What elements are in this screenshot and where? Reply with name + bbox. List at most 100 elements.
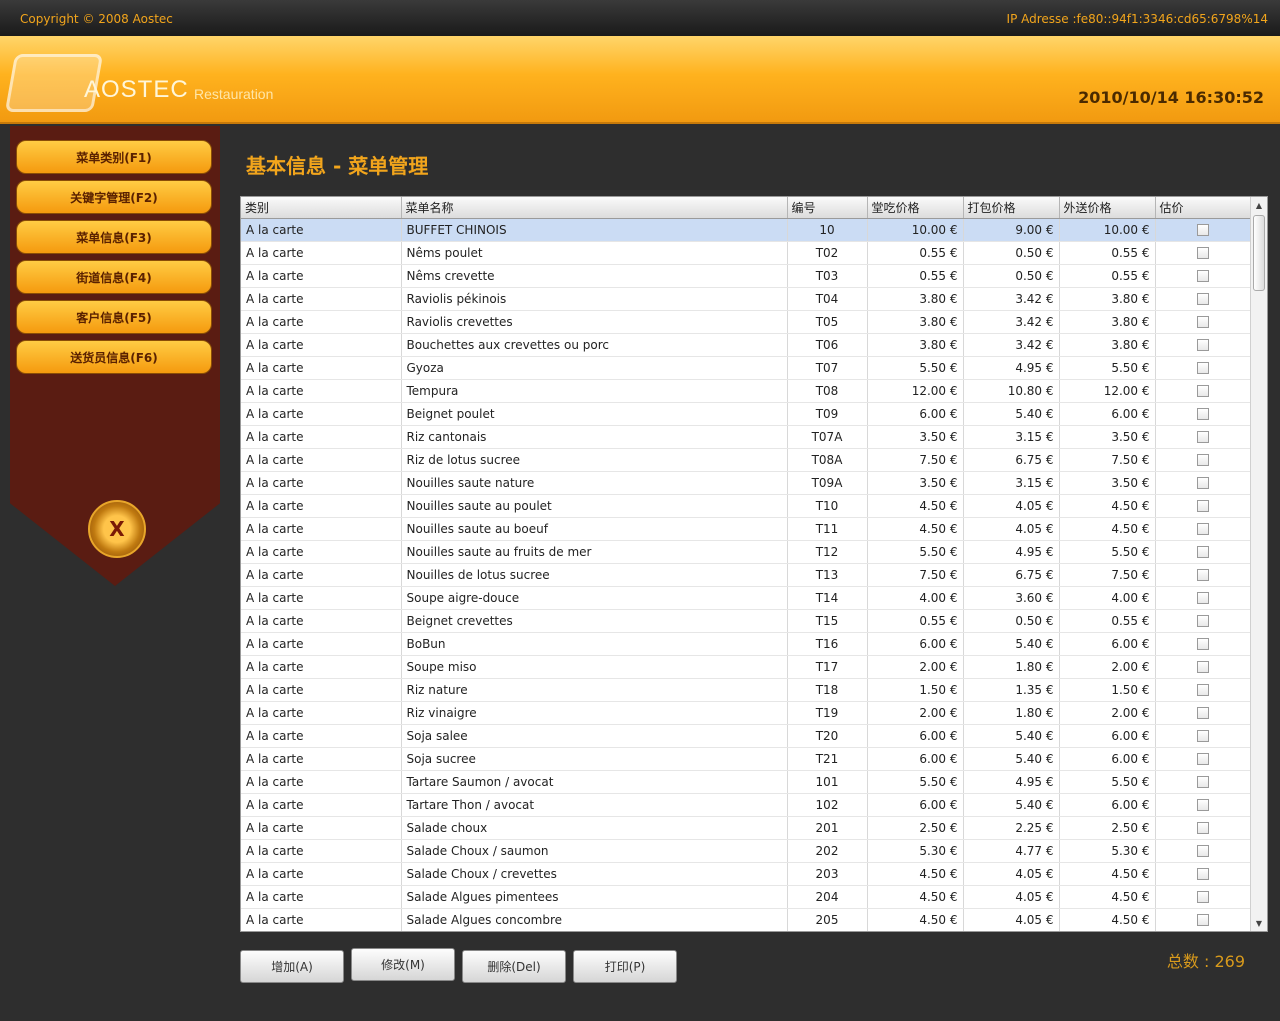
- menu-table: 类别 菜单名称 编号 堂吃价格 打包价格 外送价格 估价 A la carte B…: [240, 196, 1268, 932]
- table-row[interactable]: A la carte Soupe miso T17 2.00 €1.80 €2.00 …: [241, 655, 1252, 679]
- table-row[interactable]: A la carte Soupe aigre-douce T14 4.00 €3.60…: [241, 586, 1252, 610]
- estimate-checkbox[interactable]: [1197, 661, 1209, 673]
- table-cell: Beignet poulet: [401, 402, 788, 426]
- vertical-scrollbar[interactable]: ▲ ▼: [1250, 197, 1267, 931]
- column-header-delivery-price[interactable]: 外送价格: [1059, 197, 1156, 219]
- table-cell: 3.80 €: [867, 333, 964, 357]
- nav-customer-info-button[interactable]: 客户信息(F5): [16, 300, 212, 334]
- column-header-dine-in-price[interactable]: 堂吃价格: [867, 197, 964, 219]
- table-cell: A la carte: [241, 655, 402, 679]
- estimate-checkbox[interactable]: [1197, 500, 1209, 512]
- table-row[interactable]: A la carte Bouchettes aux crevettes ou po…: [241, 333, 1252, 357]
- table-row[interactable]: A la carte Riz cantonais T07A 3.50 €3.15 €3…: [241, 425, 1252, 449]
- estimate-checkbox[interactable]: [1197, 799, 1209, 811]
- estimate-checkbox[interactable]: [1197, 684, 1209, 696]
- estimate-checkbox[interactable]: [1197, 316, 1209, 328]
- table-row[interactable]: A la carte Soja sucree T21 6.00 €5.40 €6.00…: [241, 747, 1252, 771]
- table-cell: 5.40 €: [963, 402, 1060, 426]
- table-row[interactable]: A la carte Nêms crevette T03 0.55 €0.50 €0.…: [241, 264, 1252, 288]
- table-row[interactable]: A la carte BUFFET CHINOIS 10 10.00 €9.00 €1…: [241, 218, 1252, 242]
- scroll-down-icon[interactable]: ▼: [1251, 915, 1267, 931]
- estimate-checkbox[interactable]: [1197, 546, 1209, 558]
- estimate-checkbox[interactable]: [1197, 569, 1209, 581]
- table-cell: 101: [787, 770, 868, 794]
- estimate-checkbox[interactable]: [1197, 339, 1209, 351]
- table-cell: [1155, 471, 1252, 495]
- nav-street-info-button[interactable]: 街道信息(F4): [16, 260, 212, 294]
- nav-menu-info-button[interactable]: 菜单信息(F3): [16, 220, 212, 254]
- table-row[interactable]: A la carte Beignet crevettes T15 0.55 €0.50…: [241, 609, 1252, 633]
- table-row[interactable]: A la carte Salade Algues pimentees 204 4.50…: [241, 885, 1252, 909]
- table-row[interactable]: A la carte Riz vinaigre T19 2.00 €1.80 €2.0…: [241, 701, 1252, 725]
- estimate-checkbox[interactable]: [1197, 362, 1209, 374]
- table-cell: Tartare Thon / avocat: [401, 793, 788, 817]
- table-cell: [1155, 678, 1252, 702]
- column-header-code[interactable]: 编号: [787, 197, 868, 219]
- table-cell: 0.50 €: [963, 241, 1060, 265]
- table-row[interactable]: A la carte Tartare Saumon / avocat 101 5.50…: [241, 770, 1252, 794]
- table-row[interactable]: A la carte Nouilles saute au boeuf T11 4.50…: [241, 517, 1252, 541]
- estimate-checkbox[interactable]: [1197, 270, 1209, 282]
- estimate-checkbox[interactable]: [1197, 891, 1209, 903]
- table-row[interactable]: A la carte Nouilles saute nature T09A 3.50 …: [241, 471, 1252, 495]
- exit-close-icon[interactable]: X: [88, 500, 146, 558]
- table-row[interactable]: A la carte Salade Choux / saumon 202 5.30 €…: [241, 839, 1252, 863]
- estimate-checkbox[interactable]: [1197, 385, 1209, 397]
- estimate-checkbox[interactable]: [1197, 845, 1209, 857]
- estimate-checkbox[interactable]: [1197, 477, 1209, 489]
- table-row[interactable]: A la carte Nouilles de lotus sucree T13 7.5…: [241, 563, 1252, 587]
- scroll-thumb[interactable]: [1253, 215, 1265, 291]
- table-row[interactable]: A la carte Soja salee T20 6.00 €5.40 €6.00 …: [241, 724, 1252, 748]
- estimate-checkbox[interactable]: [1197, 615, 1209, 627]
- estimate-checkbox[interactable]: [1197, 247, 1209, 259]
- estimate-checkbox[interactable]: [1197, 707, 1209, 719]
- estimate-checkbox[interactable]: [1197, 776, 1209, 788]
- add-button[interactable]: 增加(A): [240, 950, 344, 983]
- table-row[interactable]: A la carte Salade choux 201 2.50 €2.25 €2.5…: [241, 816, 1252, 840]
- print-button[interactable]: 打印(P): [573, 950, 677, 983]
- table-row[interactable]: A la carte Tempura T08 12.00 €10.80 €12.00 …: [241, 379, 1252, 403]
- column-header-takeaway-price[interactable]: 打包价格: [963, 197, 1060, 219]
- estimate-checkbox[interactable]: [1197, 753, 1209, 765]
- table-row[interactable]: A la carte Nouilles saute au poulet T10 4.5…: [241, 494, 1252, 518]
- table-cell: 0.55 €: [867, 609, 964, 633]
- estimate-checkbox[interactable]: [1197, 592, 1209, 604]
- delete-button[interactable]: 删除(Del): [462, 950, 566, 983]
- nav-menu-category-button[interactable]: 菜单类别(F1): [16, 140, 212, 174]
- table-cell: Nêms poulet: [401, 241, 788, 265]
- estimate-checkbox[interactable]: [1197, 868, 1209, 880]
- column-header-category[interactable]: 类别: [241, 197, 402, 219]
- estimate-checkbox[interactable]: [1197, 224, 1209, 236]
- table-row[interactable]: A la carte Beignet poulet T09 6.00 €5.40 €6…: [241, 402, 1252, 426]
- column-header-name[interactable]: 菜单名称: [401, 197, 788, 219]
- table-cell: [1155, 379, 1252, 403]
- table-row[interactable]: A la carte Riz nature T18 1.50 €1.35 €1.50 …: [241, 678, 1252, 702]
- scroll-up-icon[interactable]: ▲: [1251, 197, 1267, 213]
- nav-deliverer-info-button[interactable]: 送货员信息(F6): [16, 340, 212, 374]
- estimate-checkbox[interactable]: [1197, 454, 1209, 466]
- nav-keyword-button[interactable]: 关键字管理(F2): [16, 180, 212, 214]
- estimate-checkbox[interactable]: [1197, 730, 1209, 742]
- table-row[interactable]: A la carte Salade Algues concombre 205 4.50…: [241, 908, 1252, 931]
- table-row[interactable]: A la carte BoBun T16 6.00 €5.40 €6.00 €: [241, 632, 1252, 656]
- table-cell: 6.00 €: [1059, 632, 1156, 656]
- estimate-checkbox[interactable]: [1197, 523, 1209, 535]
- column-header-estimate[interactable]: 估价: [1155, 197, 1252, 219]
- table-row[interactable]: A la carte Raviolis pékinois T04 3.80 €3.42…: [241, 287, 1252, 311]
- table-cell: 3.15 €: [963, 471, 1060, 495]
- table-row[interactable]: A la carte Nouilles saute au fruits de me…: [241, 540, 1252, 564]
- estimate-checkbox[interactable]: [1197, 638, 1209, 650]
- table-row[interactable]: A la carte Tartare Thon / avocat 102 6.00 €…: [241, 793, 1252, 817]
- estimate-checkbox[interactable]: [1197, 293, 1209, 305]
- table-row[interactable]: A la carte Nêms poulet T02 0.55 €0.50 €0.55…: [241, 241, 1252, 265]
- modify-button[interactable]: 修改(M): [351, 948, 455, 981]
- estimate-checkbox[interactable]: [1197, 822, 1209, 834]
- estimate-checkbox[interactable]: [1197, 914, 1209, 926]
- table-row[interactable]: A la carte Salade Choux / crevettes 203 4.5…: [241, 862, 1252, 886]
- estimate-checkbox[interactable]: [1197, 431, 1209, 443]
- table-row[interactable]: A la carte Riz de lotus sucree T08A 7.50 €6…: [241, 448, 1252, 472]
- table-cell: 9.00 €: [963, 218, 1060, 242]
- table-row[interactable]: A la carte Raviolis crevettes T05 3.80 €3.4…: [241, 310, 1252, 334]
- table-row[interactable]: A la carte Gyoza T07 5.50 €4.95 €5.50 €: [241, 356, 1252, 380]
- estimate-checkbox[interactable]: [1197, 408, 1209, 420]
